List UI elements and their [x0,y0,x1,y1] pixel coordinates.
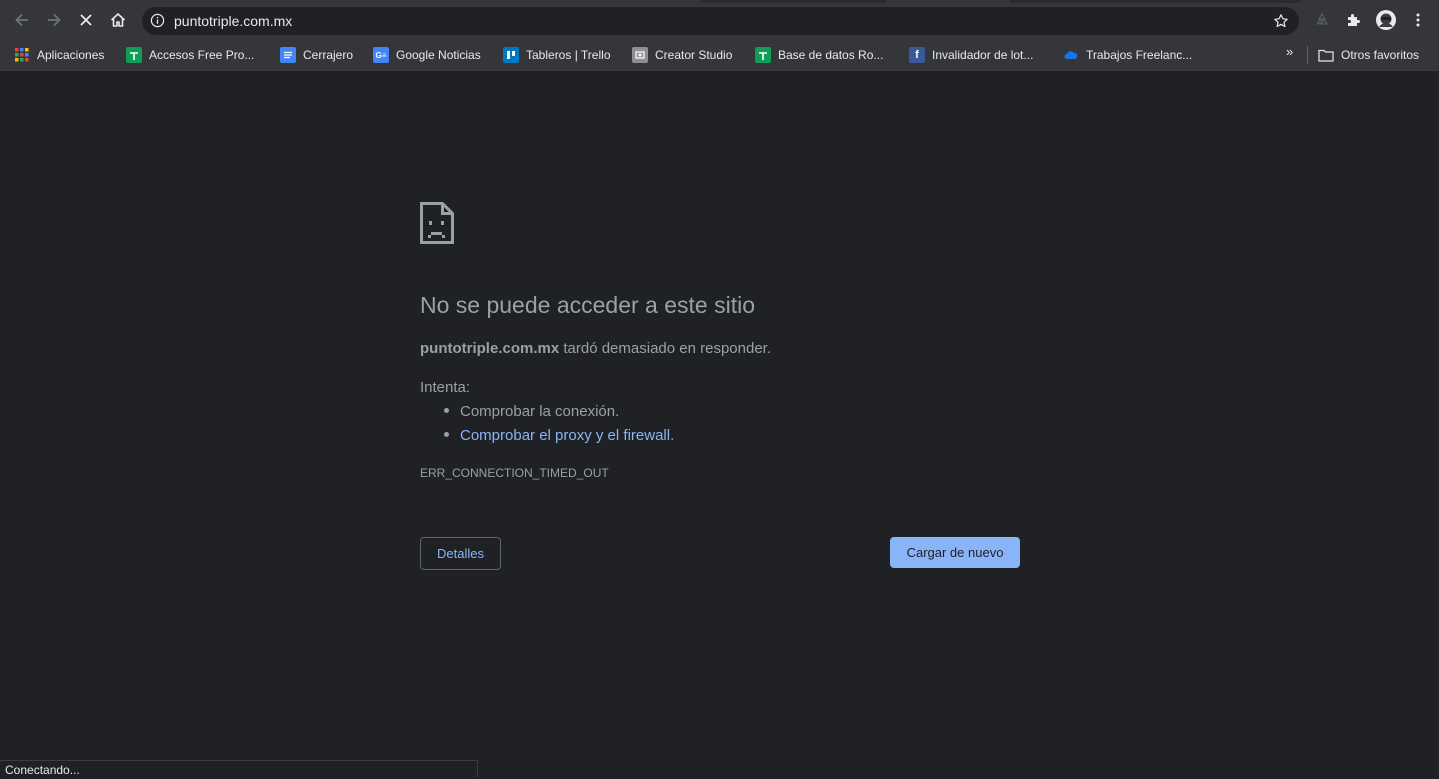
creator-studio-icon [632,47,648,63]
bookmark-cerrajero[interactable]: Cerrajero [280,45,353,65]
error-code: ERR_CONNECTION_TIMED_OUT [420,466,609,480]
bullet [444,407,449,413]
bookmark-label: Aplicaciones [37,48,105,62]
proxy-firewall-link[interactable]: Comprobar el proxy y el firewall [460,427,670,444]
bookmark-label: Base de datos Ro... [778,48,884,62]
details-button[interactable]: Detalles [420,537,501,570]
error-description-text: tardó demasiado en responder. [559,340,771,357]
bookmark-accesos[interactable]: Accesos Free Pro... [126,45,254,65]
arrow-right-icon [48,13,61,27]
bookmarks-bar: Aplicaciones Accesos Free Pro... Cerraje… [0,40,1439,71]
suggestion-item: Comprobar la conexión. [444,403,619,420]
bookmark-google-noticias[interactable]: G≡ Google Noticias [373,45,481,65]
bookmark-label: Cerrajero [303,48,354,62]
back-button[interactable] [10,8,34,32]
star-icon[interactable] [1273,13,1289,34]
bookmark-label: Invalidador de lot... [932,48,1034,62]
browser-toolbar: puntotriple.com.mx [0,0,1439,40]
status-bubble: Conectando... [0,760,478,777]
stop-button[interactable] [74,8,98,32]
profile-button[interactable] [1374,8,1398,32]
more-vert-icon [1416,13,1420,27]
address-bar[interactable]: puntotriple.com.mx [142,7,1299,35]
avatar [1376,10,1396,30]
page-content [0,71,1439,777]
bookmarks-divider [1307,46,1308,64]
apps-grid-icon [14,47,30,63]
suggestions-label: Intenta: [420,379,471,396]
extension-button[interactable] [1310,8,1334,32]
close-icon [80,14,92,26]
folder-icon [1318,47,1334,63]
error-host: puntotriple.com.mx [420,340,560,357]
other-bookmarks-folder[interactable]: Otros favoritos [1318,45,1419,65]
facebook-icon: f [909,47,925,63]
tab-strip-edge [1010,0,1300,3]
suggestion-item: Comprobar el proxy y el firewall. [444,427,674,444]
trello-icon [503,47,519,63]
bookmark-base-de-datos[interactable]: Base de datos Ro... [755,45,883,65]
sheets-icon [755,47,771,63]
home-button[interactable] [106,8,130,32]
suggestion-text: Comprobar la conexión. [460,403,620,420]
error-description: puntotriple.com.mx tardó demasiado en re… [420,340,771,357]
bookmark-trello[interactable]: Tableros | Trello [503,45,611,65]
bookmark-label: Google Noticias [396,48,481,62]
reload-button[interactable]: Cargar de nuevo [890,537,1020,568]
site-info-icon[interactable] [150,13,165,33]
bookmark-label: Tableros | Trello [526,48,611,62]
bullet [444,431,449,437]
error-title: No se puede acceder a este sitio [420,292,755,318]
extensions-button[interactable] [1342,8,1366,32]
sad-page-icon [420,202,454,244]
suggestion-text: . [670,427,675,444]
sheets-icon [126,47,142,63]
google-news-icon: G≡ [373,47,389,63]
docs-icon [280,47,296,63]
other-bookmarks-label: Otros favoritos [1341,48,1420,62]
bookmark-label: Trabajos Freelanc... [1086,48,1193,62]
home-icon [110,13,126,27]
bookmark-invalidador[interactable]: f Invalidador de lot... [909,45,1033,65]
bookmark-trabajos-freelance[interactable]: Trabajos Freelanc... [1063,45,1192,65]
arrow-left-icon [15,13,28,27]
menu-button[interactable] [1406,8,1430,32]
more-bookmarks-chevron-icon[interactable]: » [1286,44,1293,59]
cloud-icon [1063,47,1079,63]
puzzle-icon [1348,14,1360,26]
bookmark-creator-studio[interactable]: Creator Studio [632,45,732,65]
forward-button[interactable] [42,8,66,32]
bookmark-label: Accesos Free Pro... [149,48,255,62]
url-text[interactable]: puntotriple.com.mx [174,13,292,29]
bookmark-label: Creator Studio [655,48,733,62]
tab-strip-edge [700,0,886,3]
recycle-icon [1315,13,1328,25]
bookmark-aplicaciones[interactable]: Aplicaciones [14,45,104,65]
